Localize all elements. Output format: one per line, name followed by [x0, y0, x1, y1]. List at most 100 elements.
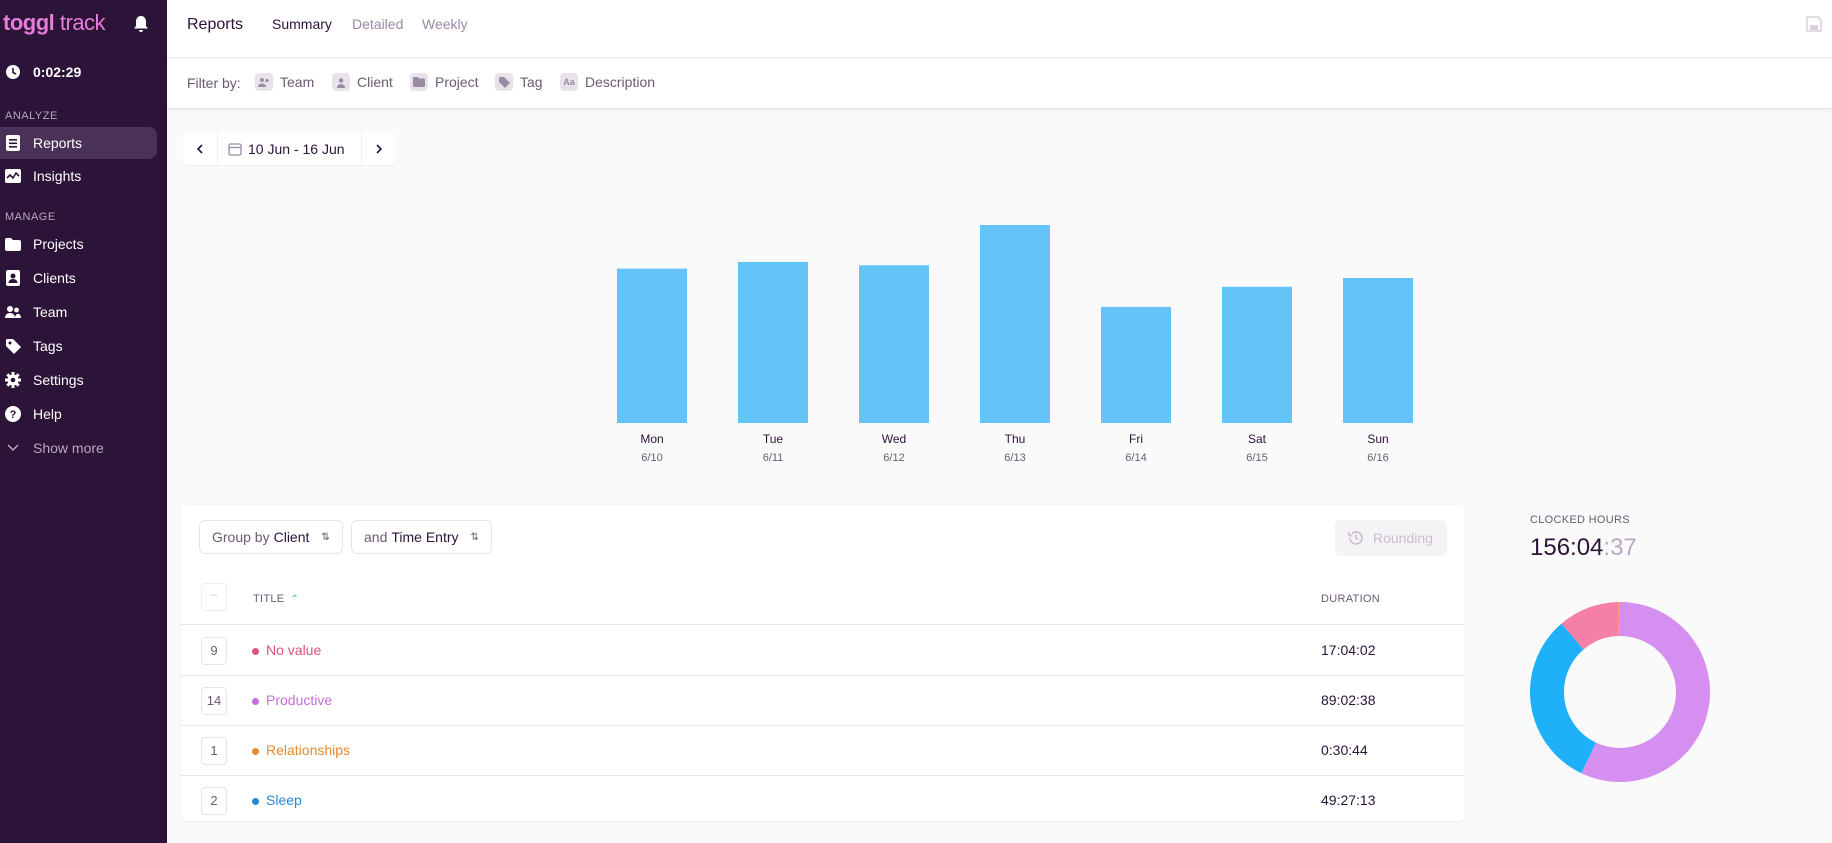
- bar-tue[interactable]: [738, 261, 808, 423]
- x-tick-label: Fri: [1129, 432, 1143, 446]
- clocked-hours-label: CLOCKED HOURS: [1530, 514, 1630, 526]
- filter-team-label: Team: [280, 74, 315, 90]
- table-row[interactable]: 2 Sleep 49:27:13: [181, 776, 1465, 826]
- tag-icon: [5, 338, 21, 354]
- sidebar-item-show-more[interactable]: Show more: [0, 432, 157, 464]
- sidebar-item-tags[interactable]: Tags: [0, 330, 157, 362]
- x-date-label: 6/15: [1246, 452, 1267, 464]
- toggl-logo[interactable]: toggl track: [3, 10, 106, 36]
- clocked-hours-value: 156:04:37: [1530, 534, 1637, 561]
- insights-icon: [5, 168, 21, 184]
- summary-table-card: Group by Client ⇅ and Time Entry ⇅ Rounding …: [181, 505, 1465, 821]
- row-title[interactable]: Productive: [266, 692, 332, 708]
- x-date-label: 6/14: [1125, 452, 1146, 464]
- date-range-button[interactable]: 10 Jun - 16 Jun: [217, 133, 362, 165]
- calendar-icon: [228, 143, 242, 156]
- filter-tag-label: Tag: [520, 74, 543, 90]
- bell-icon[interactable]: [133, 15, 149, 33]
- help-icon: ?: [5, 406, 21, 422]
- chevron-right-icon: [375, 144, 382, 154]
- x-date-label: 6/10: [641, 452, 662, 464]
- x-date-label: 6/12: [883, 452, 904, 464]
- sidebar-item-reports[interactable]: Reports: [0, 127, 157, 159]
- group-by-prefix: Group by: [212, 529, 270, 545]
- row-duration: 0:30:44: [1321, 742, 1368, 758]
- next-week-button[interactable]: [362, 133, 396, 165]
- duration-header[interactable]: DURATION: [1321, 593, 1380, 605]
- color-dot: [252, 698, 259, 705]
- sidebar-item-clients[interactable]: Clients: [0, 262, 157, 294]
- prev-week-button[interactable]: [183, 133, 217, 165]
- sidebar-item-label: Show more: [33, 440, 104, 456]
- row-duration: 17:04:02: [1321, 642, 1376, 658]
- reports-icon: [5, 135, 21, 151]
- color-dot: [252, 648, 259, 655]
- row-duration: 89:02:38: [1321, 692, 1376, 708]
- sidebar-item-team[interactable]: Team: [0, 296, 157, 328]
- row-title[interactable]: No value: [266, 642, 321, 658]
- bar-thu[interactable]: [980, 225, 1050, 423]
- sub-group-dropdown[interactable]: and Time Entry ⇅: [351, 520, 492, 554]
- save-icon[interactable]: [1806, 16, 1822, 32]
- group-by-value: Client: [273, 529, 310, 545]
- filter-label: Filter by:: [187, 75, 241, 91]
- clock-icon: [6, 65, 20, 79]
- top-bar: Reports Summary Detailed Weekly: [167, 0, 1832, 58]
- row-count: 9: [201, 637, 227, 665]
- row-count: 2: [201, 787, 227, 815]
- bar-sun[interactable]: [1343, 278, 1413, 423]
- filter-tag[interactable]: Tag: [495, 73, 543, 91]
- daily-hours-bar-chart: Mon 6/10 Tue 6/11 Wed 6/12 Thu 6/13 Fri 6/14 Sat 6/…: [617, 225, 1413, 464]
- rounding-button[interactable]: Rounding: [1335, 520, 1447, 556]
- sidebar-item-label: Help: [33, 406, 62, 422]
- gear-icon: [5, 372, 21, 388]
- analyze-section-label: ANALYZE: [5, 110, 58, 122]
- x-date-label: 6/13: [1004, 452, 1025, 464]
- row-title[interactable]: Sleep: [266, 792, 302, 808]
- filter-description-label: Description: [585, 74, 656, 90]
- running-timer[interactable]: 0:02:29: [5, 64, 81, 80]
- date-range-value: 10 Jun - 16 Jun: [248, 141, 345, 157]
- table-row[interactable]: 1 Relationships 0:30:44: [181, 726, 1465, 776]
- tab-summary[interactable]: Summary: [272, 16, 332, 32]
- filter-project[interactable]: Project: [410, 73, 479, 91]
- x-tick-label: Thu: [1005, 432, 1026, 446]
- timer-value: 0:02:29: [33, 64, 82, 80]
- filter-description[interactable]: Aa Description: [560, 73, 655, 91]
- table-row[interactable]: 9 No value 17:04:02: [181, 626, 1465, 676]
- color-dot: [252, 748, 259, 755]
- color-dot: [252, 798, 259, 805]
- sidebar: toggl track 0:02:29 ANALYZE Reports Insi…: [0, 0, 167, 843]
- x-tick-label: Tue: [763, 432, 784, 446]
- rounding-label: Rounding: [1373, 530, 1433, 546]
- x-tick-label: Sat: [1248, 432, 1267, 446]
- filter-team[interactable]: Team: [255, 73, 314, 91]
- title-header[interactable]: TITLE ⌃: [253, 593, 299, 605]
- sidebar-item-projects[interactable]: Projects: [0, 228, 157, 260]
- tab-detailed[interactable]: Detailed: [352, 16, 403, 32]
- svg-text:?: ?: [10, 409, 17, 421]
- sub-group-prefix: and: [364, 529, 388, 545]
- manage-section-label: MANAGE: [5, 211, 56, 223]
- bar-mon[interactable]: [617, 268, 687, 423]
- history-icon: [1348, 531, 1363, 545]
- group-by-dropdown[interactable]: Group by Client ⇅: [199, 520, 343, 554]
- team-icon: [5, 304, 21, 320]
- row-title[interactable]: Relationships: [266, 742, 350, 758]
- x-tick-label: Mon: [640, 432, 663, 446]
- row-count: 14: [201, 687, 227, 715]
- folder-icon: [410, 73, 428, 91]
- sidebar-item-settings[interactable]: Settings: [0, 364, 157, 396]
- bar-sat[interactable]: [1222, 286, 1292, 423]
- filter-bar: Filter by: Team Client Project Tag Aa De…: [167, 59, 1832, 109]
- tab-weekly[interactable]: Weekly: [422, 16, 468, 32]
- sidebar-item-label: Projects: [33, 236, 84, 252]
- sidebar-item-insights[interactable]: Insights: [0, 160, 157, 192]
- bar-wed[interactable]: [859, 265, 929, 423]
- sidebar-item-label: Team: [33, 304, 68, 320]
- bar-fri[interactable]: [1101, 306, 1171, 423]
- sidebar-item-help[interactable]: ? Help: [0, 398, 157, 430]
- table-header: -- TITLE ⌃ DURATION: [181, 573, 1465, 625]
- filter-client[interactable]: Client: [332, 73, 393, 91]
- table-row[interactable]: 14 Productive 89:02:38: [181, 676, 1465, 726]
